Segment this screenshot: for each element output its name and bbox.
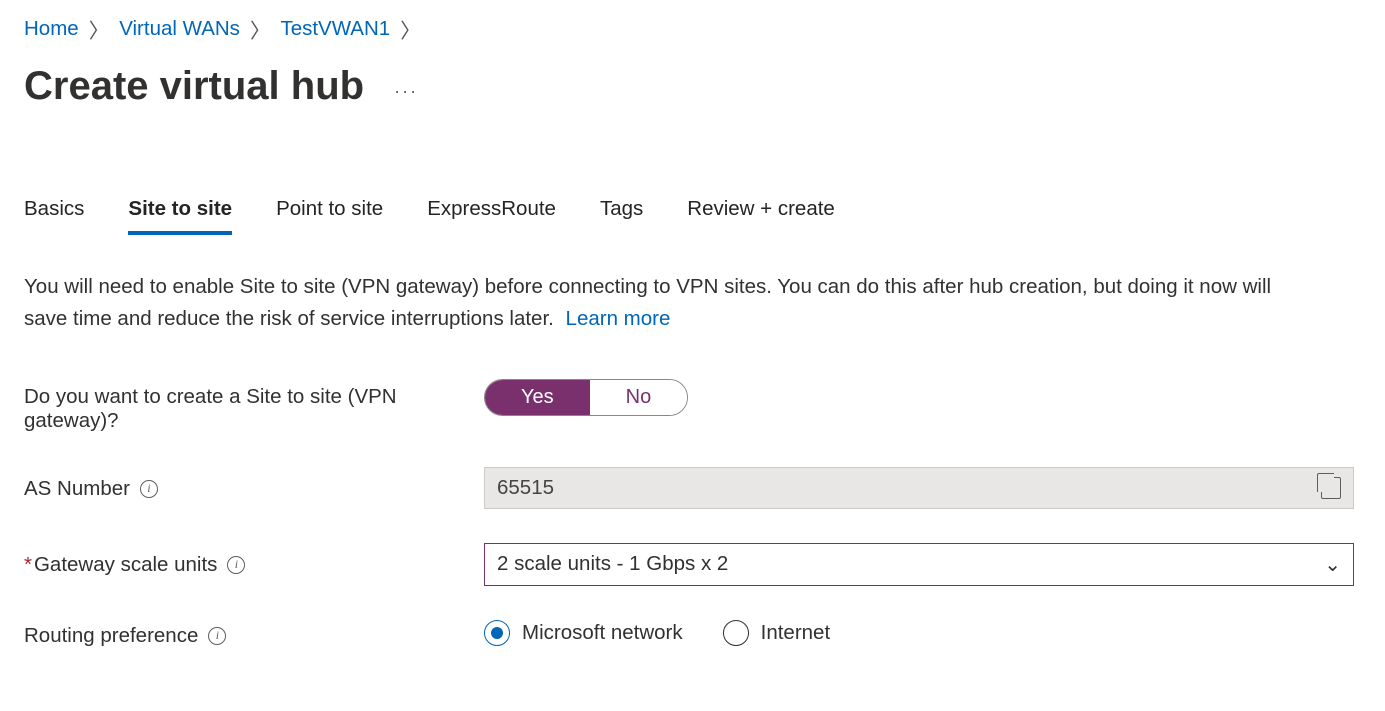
info-icon[interactable]: i <box>227 556 245 574</box>
routing-pref-internet[interactable]: Internet <box>723 620 831 646</box>
tabs: Basics Site to site Point to site Expres… <box>24 197 1361 235</box>
as-number-field: 65515 <box>484 467 1354 509</box>
create-gateway-no[interactable]: No <box>590 380 688 415</box>
tab-basics[interactable]: Basics <box>24 197 84 235</box>
tab-expressroute[interactable]: ExpressRoute <box>427 197 556 235</box>
form: Do you want to create a Site to site (VP… <box>24 379 1361 648</box>
create-gateway-label: Do you want to create a Site to site (VP… <box>24 385 484 433</box>
scale-units-value: 2 scale units - 1 Gbps x 2 <box>497 552 728 576</box>
create-gateway-toggle: Yes No <box>484 379 688 416</box>
routing-pref-microsoft-label: Microsoft network <box>522 621 683 645</box>
as-number-value: 65515 <box>497 476 554 500</box>
routing-pref-microsoft[interactable]: Microsoft network <box>484 620 683 646</box>
tab-site-to-site[interactable]: Site to site <box>128 197 232 235</box>
routing-preference-label: Routing preference <box>24 624 198 648</box>
learn-more-link[interactable]: Learn more <box>566 307 671 330</box>
copy-icon[interactable] <box>1321 477 1341 499</box>
breadcrumb: Home 〉 Virtual WANs 〉 TestVWAN1 〉 <box>24 14 1361 44</box>
radio-icon <box>723 620 749 646</box>
radio-icon-selected <box>484 620 510 646</box>
scale-units-label: Gateway scale units <box>34 553 217 576</box>
required-asterisk: * <box>24 553 32 576</box>
tab-point-to-site[interactable]: Point to site <box>276 197 383 235</box>
breadcrumb-home[interactable]: Home <box>24 17 79 41</box>
chevron-down-icon: ⌄ <box>1324 552 1341 577</box>
tab-tags[interactable]: Tags <box>600 197 643 235</box>
chevron-right-icon: 〉 <box>400 14 421 44</box>
chevron-right-icon: 〉 <box>89 14 110 44</box>
create-gateway-yes[interactable]: Yes <box>485 380 590 415</box>
breadcrumb-testvwan1[interactable]: TestVWAN1 <box>280 17 390 41</box>
scale-units-select[interactable]: 2 scale units - 1 Gbps x 2 ⌄ <box>484 543 1354 586</box>
info-icon[interactable]: i <box>140 480 158 498</box>
breadcrumb-virtual-wans[interactable]: Virtual WANs <box>119 17 240 41</box>
routing-pref-internet-label: Internet <box>761 621 831 645</box>
intro-text: You will need to enable Site to site (VP… <box>24 271 1314 335</box>
chevron-right-icon: 〉 <box>250 14 271 44</box>
tab-review-create[interactable]: Review + create <box>687 197 835 235</box>
page-title: Create virtual hub <box>24 64 364 109</box>
info-icon[interactable]: i <box>208 627 226 645</box>
more-actions-icon[interactable]: ··· <box>394 71 418 102</box>
as-number-label: AS Number <box>24 477 130 501</box>
